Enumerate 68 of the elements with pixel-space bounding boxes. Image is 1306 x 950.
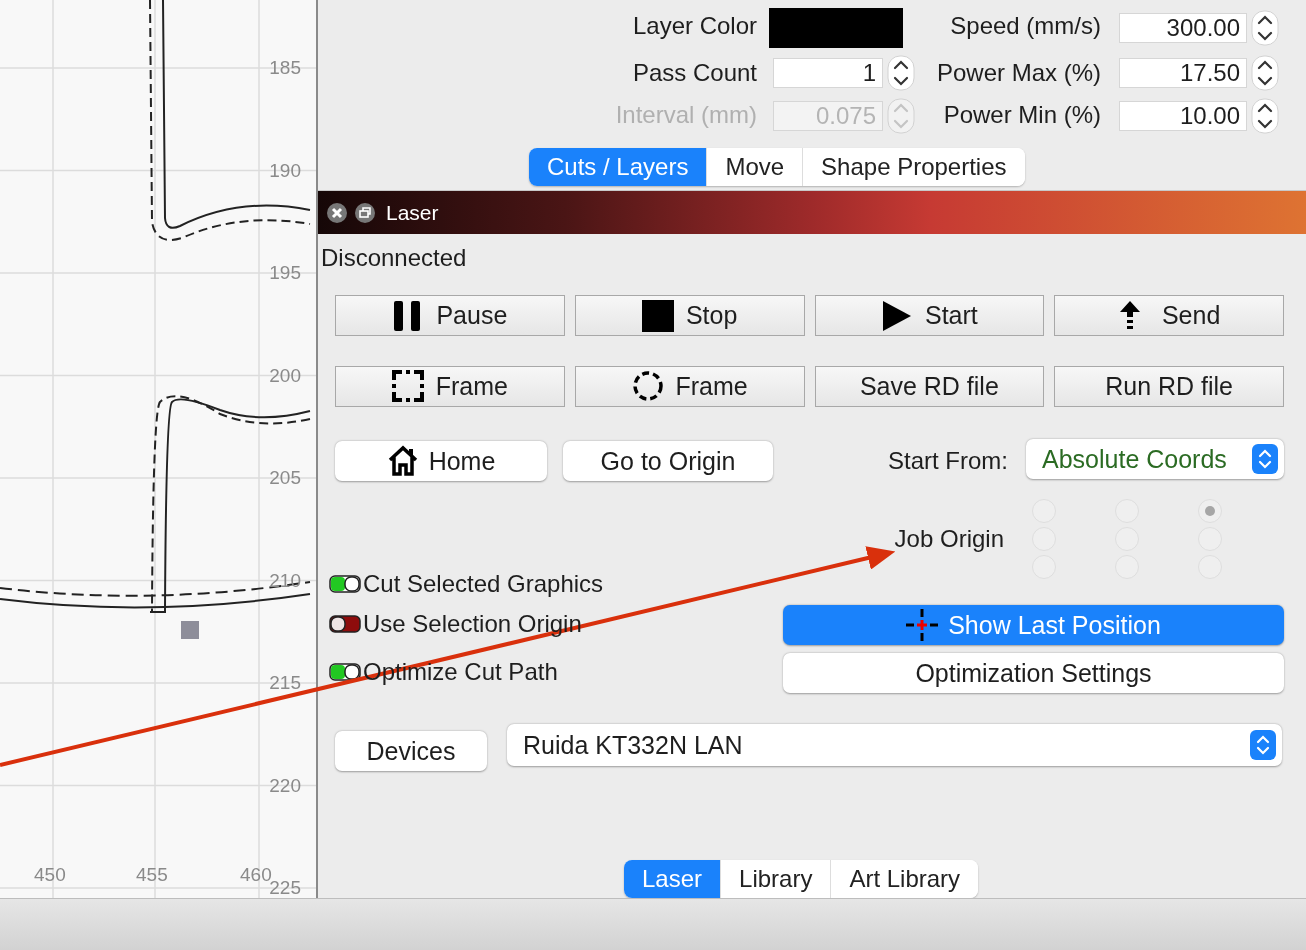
ruler-label: 185: [269, 58, 301, 78]
option-label: Use Selection Origin: [363, 610, 582, 638]
ruler-label: 190: [269, 160, 301, 181]
number-field[interactable]: 17.50: [1119, 58, 1247, 88]
stop-icon: [641, 298, 674, 333]
ruler-label: 200: [269, 365, 301, 386]
field-label: Interval (mm): [614, 100, 757, 131]
play-icon: [880, 298, 913, 333]
stepper-control[interactable]: [1251, 55, 1279, 91]
tab[interactable]: Laser: [624, 860, 721, 898]
go-to-origin-button[interactable]: Go to Origin: [563, 441, 773, 481]
origin-marker-icon: [181, 621, 199, 639]
control-button[interactable]: Stop: [574, 295, 805, 336]
toggle-switch[interactable]: [329, 614, 361, 634]
number-field[interactable]: 1: [773, 58, 883, 88]
number-field[interactable]: 300.00: [1119, 13, 1247, 44]
ruler-label: 450: [34, 865, 66, 885]
stepper-control[interactable]: [887, 55, 915, 91]
toggle-switch[interactable]: [329, 574, 361, 594]
field-label: Layer Color: [631, 11, 757, 41]
color-swatch[interactable]: [769, 8, 903, 49]
ruler-label: 225: [269, 878, 301, 898]
number-field[interactable]: 10.00: [1119, 100, 1247, 131]
control-button[interactable]: Frame: [574, 366, 805, 407]
start-from-label: Start From:: [888, 447, 1008, 475]
control-button[interactable]: Frame: [335, 366, 565, 407]
device-select[interactable]: Ruida KT332N LAN: [507, 724, 1282, 766]
ruler-label: 220: [269, 775, 301, 796]
optimization-settings-button[interactable]: Optimization Settings: [783, 653, 1284, 693]
field-label: Speed (mm/s): [949, 11, 1101, 41]
select-arrows-icon: [1252, 444, 1278, 474]
show-last-position-button[interactable]: Show Last Position: [783, 605, 1284, 645]
tab[interactable]: Move: [706, 148, 803, 186]
restore-icon[interactable]: [354, 201, 376, 224]
stepper-control[interactable]: [1251, 10, 1279, 47]
stepper-control[interactable]: [1251, 97, 1279, 134]
devices-button[interactable]: Devices: [335, 731, 487, 771]
select-arrows-icon: [1250, 730, 1276, 760]
control-button[interactable]: Run RD file: [1054, 366, 1284, 407]
field-label: Pass Count: [631, 57, 757, 88]
crosshair-icon: [906, 609, 939, 641]
job-origin-label: Job Origin: [894, 525, 1004, 553]
ruler-label: 455: [136, 865, 168, 885]
field-label: Power Max (%): [935, 57, 1101, 88]
control-button[interactable]: Send: [1054, 295, 1284, 336]
option-label: Cut Selected Graphics: [363, 570, 604, 598]
start-from-select[interactable]: Absolute Coords: [1026, 439, 1284, 479]
tab[interactable]: Library: [720, 860, 831, 898]
toggle-switch[interactable]: [329, 662, 361, 682]
radio-button[interactable]: [1198, 499, 1222, 523]
ruler-label: 195: [269, 263, 301, 283]
control-button[interactable]: Pause: [335, 295, 565, 336]
close-icon[interactable]: [326, 201, 348, 224]
tab[interactable]: Shape Properties: [802, 148, 1025, 186]
dashed-square-icon: [391, 369, 424, 404]
dashed-circle-icon: [631, 369, 664, 404]
ruler-label: 215: [269, 673, 301, 693]
ruler-label: 210: [269, 570, 301, 591]
panel-title: Laser: [386, 200, 439, 225]
tab[interactable]: Art Library: [830, 860, 979, 898]
field-label: Power Min (%): [942, 100, 1101, 131]
house-icon: [386, 445, 419, 477]
control-button[interactable]: Save RD file: [814, 366, 1045, 407]
connection-status: Disconnected: [321, 243, 468, 273]
tab[interactable]: Cuts / Layers: [529, 148, 707, 186]
control-button[interactable]: Start: [814, 295, 1045, 336]
home-button[interactable]: Home: [335, 441, 547, 481]
ruler-label: 205: [269, 468, 301, 488]
